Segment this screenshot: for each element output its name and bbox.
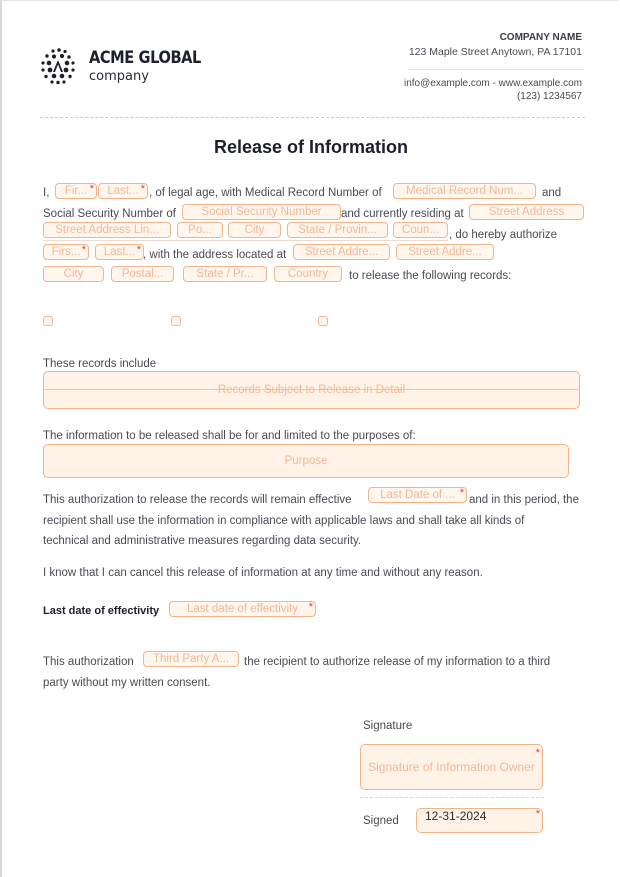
third-party-text-3: party without my written consent. xyxy=(43,677,211,689)
records-detail-field[interactable]: Records Subject to Release in Detail xyxy=(43,371,580,409)
required-marker: * xyxy=(81,244,86,256)
company-email-web: info@example.com - www.example.com xyxy=(404,78,582,89)
text-address-located: , with the address located at xyxy=(143,249,287,261)
page-title: Release of Information xyxy=(213,137,409,157)
purpose-placeholder: Purpose xyxy=(284,455,328,467)
purpose-field[interactable]: Purpose xyxy=(43,444,569,478)
postal-placeholder: Po... xyxy=(188,224,212,236)
company-divider xyxy=(408,69,584,70)
signature-label: Signature xyxy=(363,720,413,732)
required-marker: * xyxy=(535,808,540,820)
effective-text-4: technical and administrative measures re… xyxy=(43,535,362,547)
company-address: 123 Maple Street Anytown, PA 17101 xyxy=(408,46,582,58)
last-date-field[interactable]: Last date of effectivity * xyxy=(169,601,316,617)
last-name-field[interactable]: Last... * xyxy=(98,183,148,199)
street-address-line2-field[interactable]: Street Address Lin... xyxy=(43,222,171,238)
required-marker: * xyxy=(136,244,141,256)
auth-country-placeholder: Country xyxy=(287,268,329,280)
authorized-country-field[interactable]: Country xyxy=(274,266,342,282)
signature-field[interactable]: Signature of Information Owner * xyxy=(360,744,543,790)
authorized-city-field[interactable]: City xyxy=(43,266,104,282)
auth-first-placeholder: Firs... xyxy=(51,246,81,258)
street-address-field[interactable]: Street Address xyxy=(469,204,584,220)
effective-text-2: and in this period, the xyxy=(469,494,579,506)
last-date-inline-field[interactable]: Last Date of ... * xyxy=(368,487,467,503)
street-line2-placeholder: Street Address Lin... xyxy=(55,224,159,236)
required-marker: * xyxy=(459,487,464,499)
text-i: I, xyxy=(43,187,50,199)
text-and: and xyxy=(542,187,562,199)
auth-postal-placeholder: Postal... xyxy=(121,268,164,280)
brand-name: ACME GLOBAL xyxy=(89,48,201,68)
globe-logo-icon xyxy=(41,48,75,85)
required-marker: * xyxy=(140,183,145,195)
medical-record-placeholder: Medical Record Num... xyxy=(406,185,523,197)
brand-subtitle: company xyxy=(89,69,149,84)
text-ssn: Social Security Number of xyxy=(43,208,176,220)
document-page: ACME GLOBAL company COMPANY NAME 123 Map… xyxy=(0,0,618,877)
country-placeholder: Coun... xyxy=(401,224,440,236)
cancel-text: I know that I can cancel this release of… xyxy=(43,567,483,579)
signature-divider xyxy=(360,797,544,798)
medical-record-number-field[interactable]: Medical Record Num... xyxy=(393,183,536,199)
records-include-label: These records include xyxy=(43,358,157,370)
postal-code-field[interactable]: Po... xyxy=(177,222,223,238)
text-legal-age: , of legal age, with Medical Record Numb… xyxy=(149,187,382,199)
country-field[interactable]: Coun... xyxy=(393,222,448,238)
purpose-label: The information to be released shall be … xyxy=(43,430,416,442)
authorized-first-name-field[interactable]: Firs... * xyxy=(43,244,89,260)
ssn-placeholder: Social Security Number xyxy=(201,206,322,218)
authorized-last-name-field[interactable]: Last... * xyxy=(95,244,144,260)
auth-state-placeholder: State / Pr... xyxy=(196,268,254,280)
required-marker: * xyxy=(308,601,313,613)
third-party-field[interactable]: Third Party A... xyxy=(143,651,239,667)
authorized-street2-field[interactable]: Street Addre... xyxy=(396,244,494,260)
state-placeholder: State / Provin... xyxy=(298,224,377,236)
required-marker: * xyxy=(89,183,94,195)
last-date-label: Last date of effectivity xyxy=(43,605,160,617)
last-name-placeholder: Last... xyxy=(107,185,139,197)
text-residing: and currently residing at xyxy=(341,208,464,220)
company-contact: info@example.com - www.example.com (123)… xyxy=(404,77,582,103)
last-date-placeholder: Last date of effectivity xyxy=(186,603,299,615)
state-province-field[interactable]: State / Provin... xyxy=(287,222,388,238)
auth-street-placeholder: Street Addre... xyxy=(304,246,379,258)
signature-placeholder: Signature of Information Owner xyxy=(368,760,535,774)
street-address-placeholder: Street Address xyxy=(488,206,565,218)
auth-city-placeholder: City xyxy=(63,268,84,280)
required-marker: * xyxy=(535,747,540,759)
last-date-inline-placeholder: Last Date of ... xyxy=(380,489,455,501)
record-checkbox-2[interactable] xyxy=(171,316,181,326)
company-phone: (123) 1234567 xyxy=(516,91,582,102)
records-placeholder: Records Subject to Release in Detail xyxy=(217,384,406,396)
auth-last-placeholder: Last... xyxy=(103,246,136,258)
ssn-field[interactable]: Social Security Number xyxy=(182,204,341,220)
text-release-records: to release the following records: xyxy=(349,270,512,282)
third-party-text-2: the recipient to authorize release of my… xyxy=(244,656,551,668)
effective-text-1: This authorization to release the record… xyxy=(43,494,352,506)
company-name: COMPANY NAME xyxy=(499,32,582,43)
signed-date-value: 12-31-2024 xyxy=(425,809,487,823)
third-party-text-1: This authorization xyxy=(43,656,134,668)
signed-date-field[interactable]: 12-31-2024 * xyxy=(416,808,543,833)
record-checkbox-1[interactable] xyxy=(43,316,53,326)
auth-street2-placeholder: Street Addre... xyxy=(408,246,482,258)
signed-label: Signed xyxy=(363,815,399,827)
third-party-placeholder: Third Party A... xyxy=(152,653,230,665)
text-authorize: , do hereby authorize xyxy=(449,229,558,241)
header-divider xyxy=(40,117,585,118)
city-field[interactable]: City xyxy=(228,222,281,238)
authorized-state-field[interactable]: State / Pr... xyxy=(183,266,267,282)
first-name-placeholder: Fir... xyxy=(64,185,88,197)
effective-text-3: recipient shall use the information in c… xyxy=(43,515,525,527)
city-placeholder: City xyxy=(244,224,265,236)
address-underline xyxy=(43,240,448,241)
record-checkbox-3[interactable] xyxy=(318,316,328,326)
authorized-postal-field[interactable]: Postal... xyxy=(111,266,174,282)
authorized-street-field[interactable]: Street Addre... xyxy=(293,244,390,260)
first-name-field[interactable]: Fir... * xyxy=(55,183,97,199)
